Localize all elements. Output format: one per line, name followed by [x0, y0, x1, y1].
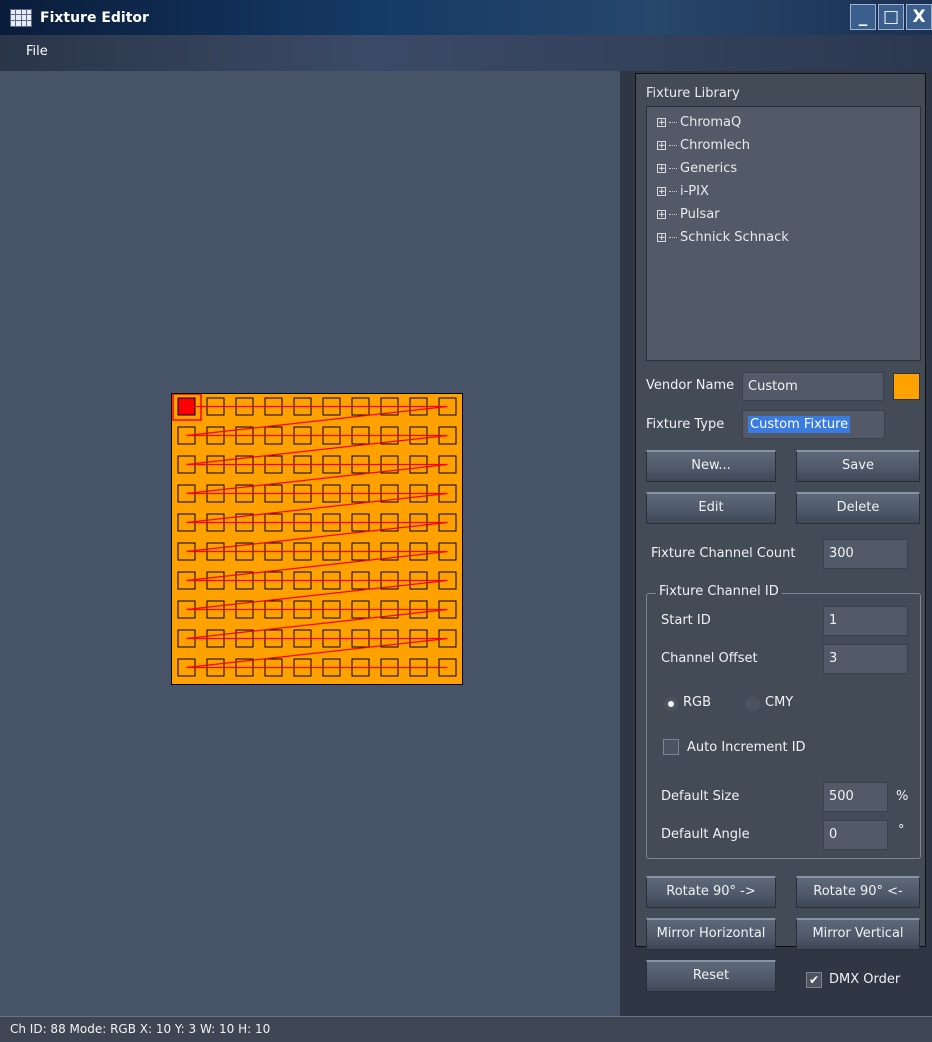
expand-icon[interactable]: + — [657, 187, 666, 197]
dmx-path-return — [186, 550, 448, 582]
close-button[interactable]: X — [906, 4, 932, 30]
cmy-radio[interactable] — [746, 697, 760, 711]
vendor-name-input[interactable]: Custom — [742, 372, 884, 401]
dmx-path-return — [186, 405, 448, 437]
library-item-label: Chromlech — [680, 138, 750, 153]
dmx-path-return — [186, 463, 448, 495]
size-unit: % — [896, 789, 909, 804]
new-button[interactable]: New... — [646, 450, 776, 482]
tree-connector — [669, 191, 677, 192]
dmx-order-label[interactable]: DMX Order — [829, 972, 900, 987]
fixture-type-input[interactable]: Custom Fixture — [742, 410, 885, 439]
fixture-grid-svg[interactable] — [172, 394, 464, 686]
cmy-label[interactable]: CMY — [765, 695, 793, 710]
expand-icon[interactable]: + — [657, 164, 666, 174]
menu-file[interactable]: File — [26, 44, 48, 59]
rotate-cw-button[interactable]: Rotate 90° -> — [646, 876, 776, 908]
dmx-path-return — [186, 492, 448, 524]
delete-button[interactable]: Delete — [796, 492, 920, 524]
default-size-input[interactable]: 500 — [823, 782, 888, 812]
library-item-generics[interactable]: + Generics — [647, 157, 920, 180]
dmx-path-return — [186, 521, 448, 553]
rotate-ccw-button[interactable]: Rotate 90° <- — [796, 876, 920, 908]
auto-increment-label[interactable]: Auto Increment ID — [687, 740, 806, 755]
library-item-label: i-PIX — [680, 184, 709, 199]
default-angle-label: Default Angle — [661, 827, 750, 842]
rgb-label[interactable]: RGB — [683, 695, 711, 710]
grid-app-icon — [10, 8, 32, 27]
library-item-label: Schnick Schnack — [680, 230, 789, 245]
minimize-button[interactable]: _ — [850, 4, 876, 30]
library-item-i-pix[interactable]: + i-PIX — [647, 180, 920, 203]
library-item-label: Pulsar — [680, 207, 720, 222]
dmx-path-return — [186, 434, 448, 466]
start-id-input[interactable]: 1 — [823, 606, 908, 636]
expand-icon[interactable]: + — [657, 141, 666, 151]
fixture-color-swatch[interactable] — [893, 373, 920, 400]
library-item-chromaq[interactable]: + ChromaQ — [647, 111, 920, 134]
tree-connector — [669, 214, 677, 215]
angle-unit: ° — [898, 823, 905, 838]
tree-connector — [669, 237, 677, 238]
library-item-schnick-schnack[interactable]: + Schnick Schnack — [647, 226, 920, 249]
expand-icon[interactable]: + — [657, 210, 666, 220]
fixture-pixel-grid[interactable] — [171, 393, 463, 685]
menu-bar: File — [0, 35, 932, 71]
expand-icon[interactable]: + — [657, 233, 666, 243]
save-button[interactable]: Save — [796, 450, 920, 482]
channel-offset-input[interactable]: 3 — [823, 644, 908, 674]
channel-offset-label: Channel Offset — [661, 651, 758, 666]
dmx-order-checkbox[interactable]: ✔ — [806, 972, 822, 988]
library-item-chromlech[interactable]: + Chromlech — [647, 134, 920, 157]
edit-button[interactable]: Edit — [646, 492, 776, 524]
status-text: Ch ID: 88 Mode: RGB X: 10 Y: 3 W: 10 H: … — [10, 1022, 271, 1036]
dmx-path-return — [186, 637, 448, 669]
mirror-vertical-button[interactable]: Mirror Vertical — [796, 918, 920, 950]
tree-connector — [669, 168, 677, 169]
title-bar[interactable]: Fixture Editor _ □ X — [0, 0, 932, 35]
maximize-button[interactable]: □ — [878, 4, 904, 30]
tree-connector — [669, 145, 677, 146]
default-size-label: Default Size — [661, 789, 740, 804]
library-item-pulsar[interactable]: + Pulsar — [647, 203, 920, 226]
reset-button[interactable]: Reset — [646, 960, 776, 992]
fixture-library-tree[interactable]: + ChromaQ + Chromlech + Generics + i-PIX + Pulsar… — [646, 106, 921, 361]
vendor-name-label: Vendor Name — [646, 378, 735, 393]
library-item-label: ChromaQ — [680, 115, 742, 130]
channel-id-group-title: Fixture Channel ID — [656, 584, 782, 599]
dmx-path-return — [186, 579, 448, 611]
tree-connector — [669, 122, 677, 123]
default-angle-input[interactable]: 0 — [823, 820, 888, 850]
window-title: Fixture Editor — [40, 9, 149, 26]
mirror-horizontal-button[interactable]: Mirror Horizontal — [646, 918, 776, 950]
library-item-label: Generics — [680, 161, 738, 176]
rgb-radio[interactable] — [664, 697, 678, 711]
dmx-path-return — [186, 608, 448, 640]
channel-count-label: Fixture Channel Count — [651, 546, 796, 561]
status-bar: Ch ID: 88 Mode: RGB X: 10 Y: 3 W: 10 H: … — [0, 1016, 932, 1042]
auto-increment-checkbox[interactable] — [663, 739, 679, 755]
fixture-library-label: Fixture Library — [646, 86, 740, 101]
start-id-label: Start ID — [661, 613, 711, 628]
fixture-type-label: Fixture Type — [646, 417, 725, 432]
channel-count-input[interactable]: 300 — [823, 539, 908, 569]
fixture-type-value: Custom Fixture — [748, 416, 851, 433]
expand-icon[interactable]: + — [657, 118, 666, 128]
